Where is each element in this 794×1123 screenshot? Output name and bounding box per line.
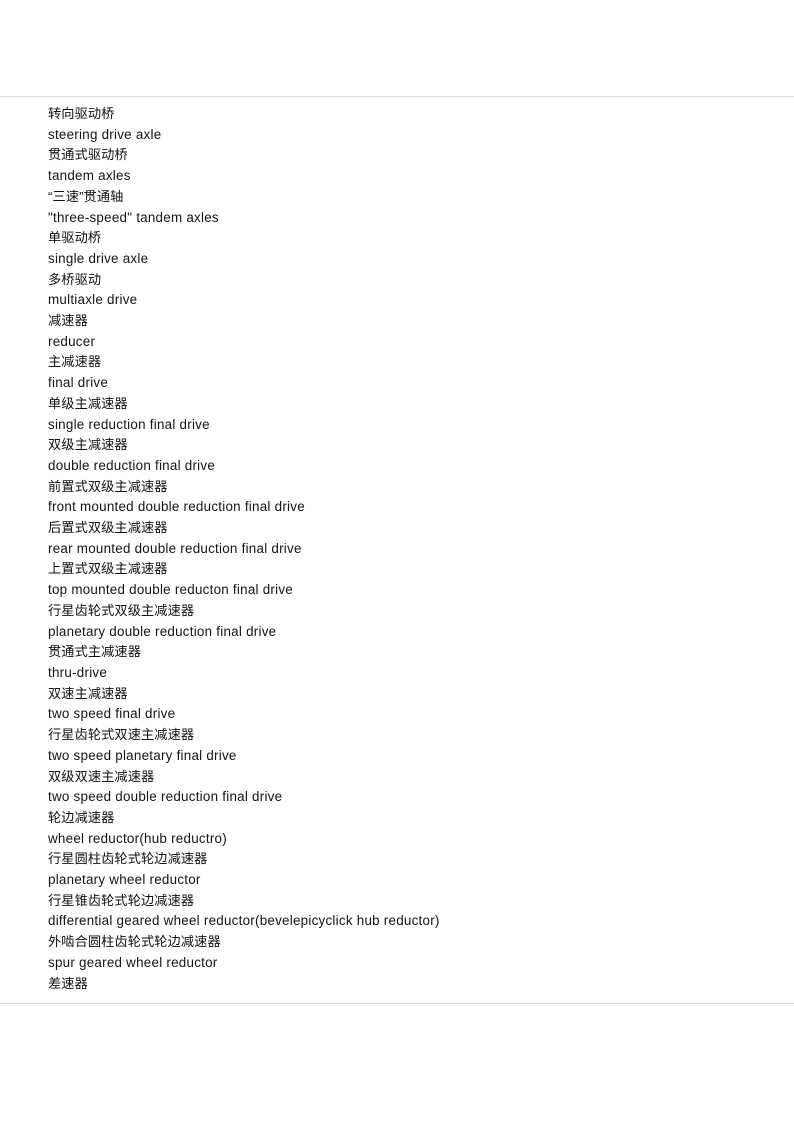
term-zh: 贯通式主减速器 (48, 644, 142, 660)
term-en: spur geared wheel reductor (48, 954, 218, 970)
glossary-entry: 双速主减速器 two speed final drive (48, 684, 748, 725)
glossary-entry: 双级双速主减速器 two speed double reduction final… (48, 767, 748, 808)
document-page: 转向驱动桥 steering drive axle 贯通式驱动桥 tandem axl… (0, 0, 794, 1123)
term-zh: 行星齿轮式双速主减速器 (48, 727, 195, 743)
glossary-entry: 主减速器 final drive (48, 352, 748, 393)
glossary-entry: 行星圆柱齿轮式轮边减速器 planetary wheel reductor (48, 849, 748, 890)
term-zh: 后置式双级主减速器 (48, 520, 168, 536)
glossary-entry: 前置式双级主减速器 front mounted double reduction … (48, 477, 748, 518)
glossary-entry: 行星齿轮式双速主减速器 two speed planetary final dri… (48, 725, 748, 766)
term-en: two speed double reduction final drive (48, 789, 283, 805)
term-zh: 行星圆柱齿轮式轮边减速器 (48, 851, 208, 867)
glossary-entry: 双级主减速器 double reduction final drive (48, 435, 748, 476)
term-zh: 多桥驱动 (48, 271, 102, 287)
term-zh: “三速”贯通轴 (48, 188, 124, 204)
term-en: two speed final drive (48, 706, 176, 722)
glossary-entry: 行星锥齿轮式轮边减速器 differential geared wheel red… (48, 891, 748, 932)
term-zh: 外啮合圆柱齿轮式轮边减速器 (48, 934, 221, 950)
term-en: top mounted double reducton final drive (48, 582, 293, 598)
term-en: tandem axles (48, 168, 131, 184)
glossary-entry: 单驱动桥 single drive axle (48, 228, 748, 269)
term-zh: 单级主减速器 (48, 395, 128, 411)
glossary-entry: 贯通式驱动桥 tandem axles (48, 145, 748, 186)
term-zh: 行星齿轮式双级主减速器 (48, 602, 195, 618)
term-en: wheel reductor(hub reductro) (48, 830, 227, 846)
glossary-entry: 转向驱动桥 steering drive axle (48, 104, 748, 145)
term-en: rear mounted double reduction final driv… (48, 540, 302, 556)
term-zh: 减速器 (48, 313, 88, 329)
top-horizontal-rule (0, 96, 794, 97)
term-en: front mounted double reduction final dri… (48, 499, 305, 515)
term-zh: 前置式双级主减速器 (48, 478, 168, 494)
term-zh: 双级主减速器 (48, 437, 128, 453)
term-en: final drive (48, 375, 109, 391)
term-en: "three-speed" tandem axles (48, 209, 219, 225)
term-zh: 主减速器 (48, 354, 102, 370)
term-en: two speed planetary final drive (48, 747, 237, 763)
term-en: double reduction final drive (48, 457, 216, 473)
term-zh: 行星锥齿轮式轮边减速器 (48, 892, 195, 908)
term-zh: 轮边减速器 (48, 809, 115, 825)
term-zh: 双级双速主减速器 (48, 768, 155, 784)
term-en: single drive axle (48, 250, 149, 266)
glossary-list: 转向驱动桥 steering drive axle 贯通式驱动桥 tandem axl… (48, 104, 748, 994)
glossary-entry: 轮边减速器 wheel reductor(hub reductro) (48, 808, 748, 849)
glossary-entry: 单级主减速器 single reduction final drive (48, 394, 748, 435)
glossary-entry: 后置式双级主减速器 rear mounted double reduction f… (48, 518, 748, 559)
term-en: steering drive axle (48, 126, 162, 142)
term-en: planetary wheel reductor (48, 872, 201, 888)
term-en: multiaxle drive (48, 292, 138, 308)
bottom-horizontal-rule (0, 1003, 794, 1004)
term-zh: 转向驱动桥 (48, 106, 115, 121)
glossary-entry: 上置式双级主减速器 top mounted double reducton fin… (48, 559, 748, 600)
term-en: single reduction final drive (48, 416, 210, 432)
term-zh: 双速主减速器 (48, 685, 128, 701)
term-zh: 上置式双级主减速器 (48, 561, 168, 577)
term-en: reducer (48, 333, 96, 349)
glossary-entry: 减速器 reducer (48, 311, 748, 352)
term-zh-trailing: 差速器 (48, 975, 88, 991)
glossary-entry: “三速”贯通轴 "three-speed" tandem axles (48, 187, 748, 228)
term-en: planetary double reduction final drive (48, 623, 277, 639)
term-en: thru-drive (48, 664, 108, 680)
glossary-entry: 贯通式主减速器 thru-drive (48, 642, 748, 683)
glossary-entry: 行星齿轮式双级主减速器 planetary double reduction fi… (48, 601, 748, 642)
glossary-entry: 多桥驱动 multiaxle drive (48, 270, 748, 311)
term-en: differential geared wheel reductor(bevel… (48, 913, 440, 929)
term-zh: 单驱动桥 (48, 230, 102, 246)
term-zh: 贯通式驱动桥 (48, 147, 128, 163)
glossary-entry: 外啮合圆柱齿轮式轮边减速器 spur geared wheel reductor (48, 932, 748, 973)
